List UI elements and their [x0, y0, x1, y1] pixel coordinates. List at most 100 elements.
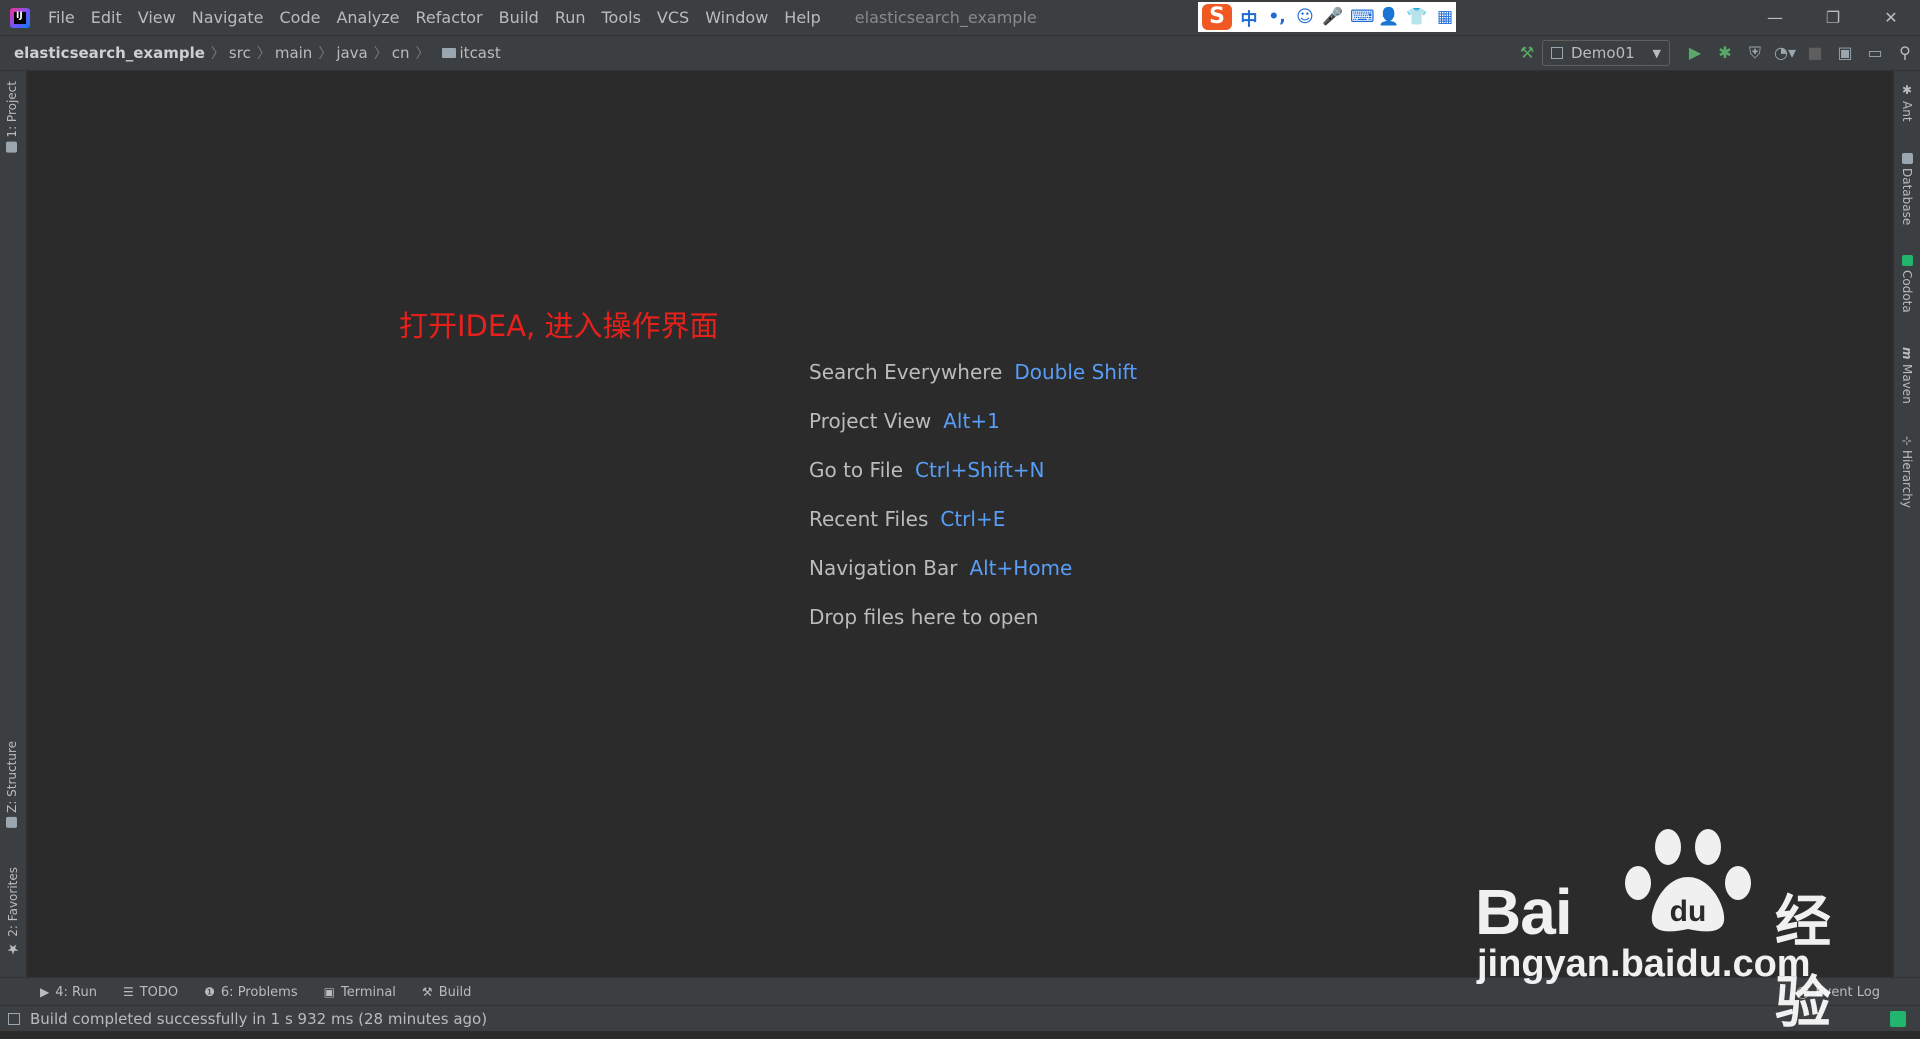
breadcrumb-src[interactable]: src: [225, 44, 251, 62]
baidu-paw-icon: du: [1625, 829, 1751, 932]
menu-bar: IJ File Edit View Navigate Code Analyze …: [0, 0, 1920, 36]
maven-icon: m: [1900, 347, 1914, 360]
toolwindow-build[interactable]: ⚒ Build: [416, 985, 477, 1000]
tab-hierarchy-label: Hierarchy: [1900, 450, 1914, 509]
toolwindow-todo[interactable]: ☰ TODO: [117, 985, 184, 1000]
tab-ant[interactable]: ✱ Ant: [1900, 83, 1914, 122]
chevron-right-icon: 〉: [256, 46, 271, 62]
keyboard-icon[interactable]: ⌨: [1350, 7, 1375, 27]
microphone-icon[interactable]: 🎤: [1322, 7, 1344, 27]
menu-analyze[interactable]: Analyze: [328, 0, 407, 35]
hint-label: Navigation Bar: [809, 556, 958, 580]
toggle-tool-windows-icon[interactable]: [8, 1012, 20, 1025]
sogou-logo-icon[interactable]: S: [1202, 4, 1232, 30]
skin-icon[interactable]: 👕: [1406, 7, 1428, 27]
chevron-right-icon: 〉: [373, 46, 388, 62]
build-hammer-icon[interactable]: ⚒: [1512, 36, 1542, 70]
project-structure-icon[interactable]: ▣: [1830, 36, 1860, 70]
hint-label: Go to File: [809, 458, 903, 482]
toolwindow-terminal[interactable]: ▣ Terminal: [318, 985, 402, 1000]
toolbox-icon[interactable]: ▦: [1434, 7, 1456, 27]
hierarchy-icon: ⊹: [1900, 436, 1914, 447]
debug-icon[interactable]: ✱: [1710, 36, 1740, 70]
intellij-logo-icon[interactable]: IJ: [10, 7, 30, 28]
tab-structure-label: Z: Structure: [5, 741, 19, 813]
menu-tools[interactable]: Tools: [594, 0, 649, 35]
hint-project-view: Project View Alt+1: [809, 409, 1137, 458]
hint-navigation-bar: Navigation Bar Alt+Home: [809, 556, 1137, 605]
chevron-down-icon: ▼: [1652, 46, 1661, 60]
right-tool-strip: ✱ Ant Database Codota m Maven ⊹ Hierarch…: [1893, 71, 1920, 977]
menu-window[interactable]: Window: [697, 0, 776, 35]
search-icon[interactable]: ⚲: [1890, 36, 1920, 70]
ime-punct-toggle[interactable]: •,: [1266, 7, 1288, 27]
tab-ant-label: Ant: [1900, 101, 1914, 122]
window-controls: — ❐ ✕: [1746, 0, 1920, 35]
run-configuration-select[interactable]: Demo01 ▼: [1542, 40, 1670, 66]
menu-view[interactable]: View: [130, 0, 184, 35]
menu-build[interactable]: Build: [491, 0, 547, 35]
tab-database[interactable]: Database: [1900, 153, 1914, 225]
tab-project[interactable]: 1: Project: [5, 81, 19, 153]
run-config-name: Demo01: [1571, 44, 1635, 62]
toolwindow-problems[interactable]: ❶ 6: Problems: [198, 985, 303, 1000]
menu-edit[interactable]: Edit: [83, 0, 130, 35]
hint-shortcut: Alt+1: [943, 409, 1000, 433]
breadcrumb-itcast[interactable]: itcast: [460, 44, 501, 62]
breadcrumb-cn[interactable]: cn: [388, 44, 410, 62]
play-icon: ▶: [40, 985, 50, 999]
watermark-url: jingyan.baidu.com: [1477, 943, 1811, 985]
list-icon: ☰: [122, 985, 134, 999]
info-icon: ❶: [204, 985, 215, 999]
tab-database-label: Database: [1900, 168, 1914, 226]
run-icon[interactable]: ▶: [1680, 36, 1710, 70]
tab-codota-label: Codota: [1900, 270, 1914, 313]
profile-icon[interactable]: ◔▾: [1770, 36, 1800, 70]
coverage-icon[interactable]: ⛨: [1740, 36, 1770, 70]
menu-help[interactable]: Help: [776, 0, 828, 35]
chevron-right-icon: 〉: [318, 46, 333, 62]
chevron-right-icon: 〉: [415, 46, 430, 62]
presentation-mode-icon[interactable]: ▭: [1860, 36, 1890, 70]
menu-refactor[interactable]: Refactor: [408, 0, 491, 35]
codota-status-icon[interactable]: [1890, 1011, 1906, 1027]
tab-favorites[interactable]: ★ 2: Favorites: [5, 867, 21, 957]
tab-project-label: 1: Project: [5, 81, 19, 138]
toolwindow-todo-label: TODO: [139, 984, 179, 1000]
tab-hierarchy[interactable]: ⊹ Hierarchy: [1900, 436, 1914, 508]
menu-file[interactable]: File: [40, 0, 83, 35]
chevron-right-icon: 〉: [210, 46, 225, 62]
hint-shortcut: Double Shift: [1014, 360, 1138, 384]
breadcrumb-main[interactable]: main: [271, 44, 312, 62]
stop-icon[interactable]: ■: [1800, 36, 1830, 70]
tab-maven-label: Maven: [1900, 363, 1914, 404]
menu-vcs[interactable]: VCS: [649, 0, 697, 35]
folder-icon: [6, 141, 18, 153]
hint-label: Search Everywhere: [809, 360, 1003, 384]
codota-icon: [1901, 255, 1913, 266]
tab-codota[interactable]: Codota: [1900, 255, 1914, 313]
emoji-icon[interactable]: ☺: [1294, 7, 1316, 27]
left-tool-strip: 1: Project Z: Structure ★ 2: Favorites: [0, 71, 27, 977]
breadcrumb-java[interactable]: java: [332, 44, 367, 62]
tab-maven[interactable]: m Maven: [1900, 347, 1914, 403]
hint-search-everywhere: Search Everywhere Double Shift: [809, 360, 1137, 409]
package-folder-icon: [441, 48, 456, 58]
minimize-icon[interactable]: —: [1746, 0, 1804, 35]
menu-run[interactable]: Run: [547, 0, 594, 35]
close-icon[interactable]: ✕: [1862, 0, 1920, 35]
toolwindow-problems-label: 6: Problems: [220, 984, 298, 1000]
user-icon[interactable]: 👤: [1378, 7, 1400, 27]
status-message[interactable]: Build completed successfully in 1 s 932 …: [30, 1010, 487, 1028]
ime-mode-toggle[interactable]: 中: [1238, 5, 1260, 30]
restore-icon[interactable]: ❐: [1804, 0, 1862, 35]
hint-label: Recent Files: [809, 507, 929, 531]
hint-recent-files: Recent Files Ctrl+E: [809, 507, 1137, 556]
application-icon: [1551, 47, 1563, 59]
tab-structure[interactable]: Z: Structure: [5, 741, 19, 828]
toolwindow-run[interactable]: ▶ 4: Run: [34, 985, 103, 1000]
menu-code[interactable]: Code: [272, 0, 329, 35]
breadcrumb-project[interactable]: elasticsearch_example: [0, 44, 205, 62]
toolwindow-terminal-label: Terminal: [340, 984, 396, 1000]
menu-navigate[interactable]: Navigate: [184, 0, 272, 35]
